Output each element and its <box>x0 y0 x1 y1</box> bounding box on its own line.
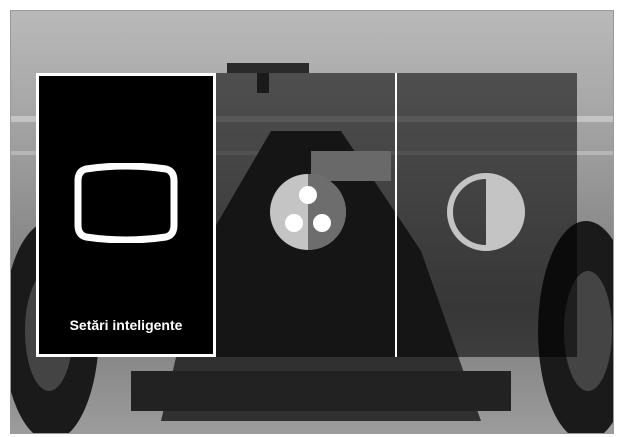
menu-tile-smart-settings[interactable]: Setări inteligente <box>36 73 216 357</box>
quick-menu: Setări inteligente <box>36 73 577 357</box>
menu-tile-label: Setări inteligente <box>69 317 183 333</box>
tile-divider <box>395 73 397 357</box>
tv-screen: Setări inteligente <box>0 0 618 437</box>
screen-icon <box>74 163 178 243</box>
menu-tile-color[interactable] <box>216 73 396 357</box>
contrast-icon <box>447 173 525 251</box>
menu-tile-contrast[interactable] <box>396 73 577 357</box>
color-dots-icon <box>270 174 346 250</box>
